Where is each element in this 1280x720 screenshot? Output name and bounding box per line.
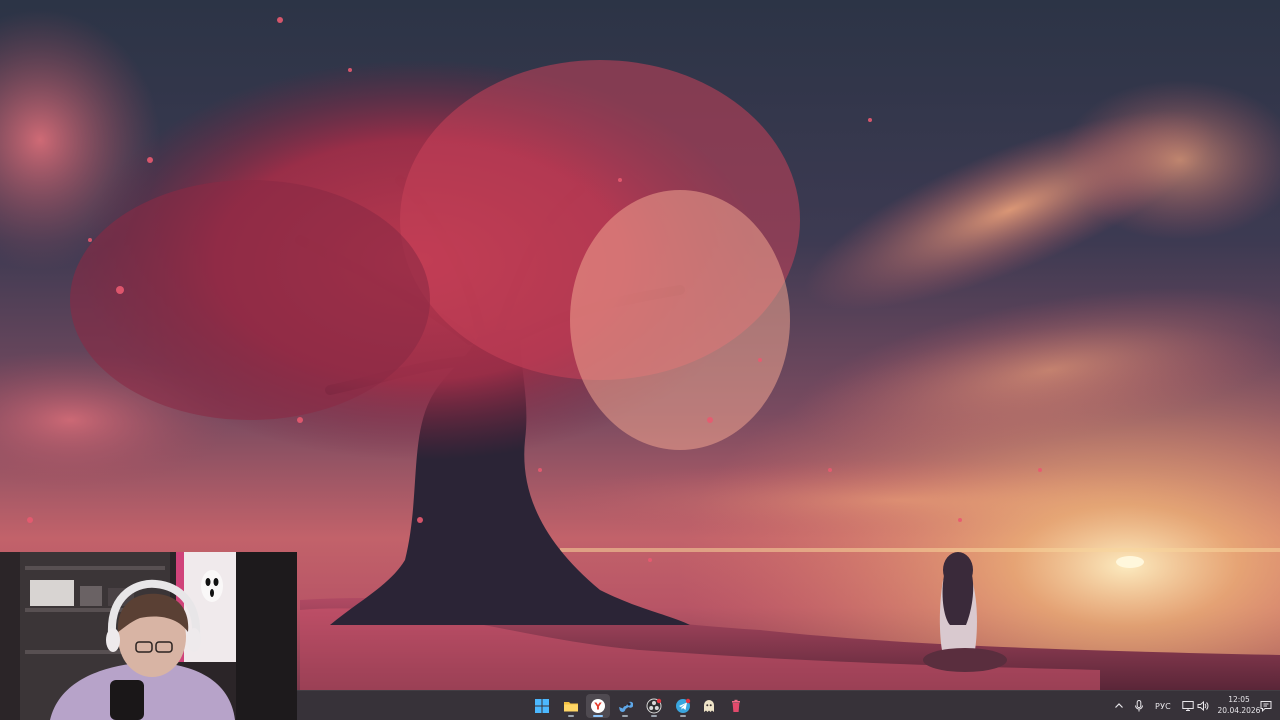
ghost-app-button[interactable] [697, 694, 721, 718]
running-indicator [651, 715, 657, 717]
yandex-browser-button[interactable]: Y [586, 694, 610, 718]
steam-icon [619, 701, 633, 712]
webcam-feed [0, 552, 297, 720]
folder-icon [564, 702, 578, 712]
speaker-icon [1197, 700, 1209, 712]
obs-studio-button[interactable] [642, 694, 666, 718]
network-icon [1182, 701, 1194, 711]
telegram-button[interactable] [671, 694, 695, 718]
microphone-button[interactable] [1132, 696, 1146, 716]
language-indicator[interactable]: РУС [1150, 696, 1176, 716]
show-hidden-icons-button[interactable] [1112, 696, 1126, 716]
microphone-icon [1135, 700, 1143, 712]
notifications-button[interactable] [1259, 696, 1273, 716]
notification-icon [1260, 701, 1272, 712]
webcam-overlay [0, 552, 297, 720]
trash-app-button[interactable] [724, 694, 748, 718]
active-indicator [593, 715, 603, 717]
ghost-icon [704, 700, 714, 712]
clock-date: 20.04.2026 [1217, 706, 1261, 715]
running-indicator [680, 715, 686, 717]
steam-button[interactable] [613, 694, 637, 718]
desktop: Y РУС 12:05 20.04.2026 [0, 0, 1280, 720]
chevron-up-icon [1115, 703, 1123, 708]
volume-button[interactable] [1196, 696, 1210, 716]
taskbar: Y РУС 12:05 20.04.2026 [297, 690, 1280, 720]
file-explorer-button[interactable] [559, 694, 583, 718]
network-button[interactable] [1181, 696, 1195, 716]
clock-time: 12:05 [1228, 695, 1250, 704]
language-label: РУС [1155, 701, 1171, 711]
clock[interactable]: 12:05 20.04.2026 [1216, 694, 1262, 718]
svg-text:Y: Y [593, 702, 602, 713]
running-indicator [622, 715, 628, 717]
start-button[interactable] [530, 694, 554, 718]
obs-icon [646, 698, 662, 714]
running-indicator [568, 715, 574, 717]
trash-icon [732, 699, 740, 712]
telegram-icon [676, 698, 691, 713]
yandex-browser-icon: Y [591, 699, 605, 713]
windows-logo-icon [535, 699, 549, 713]
